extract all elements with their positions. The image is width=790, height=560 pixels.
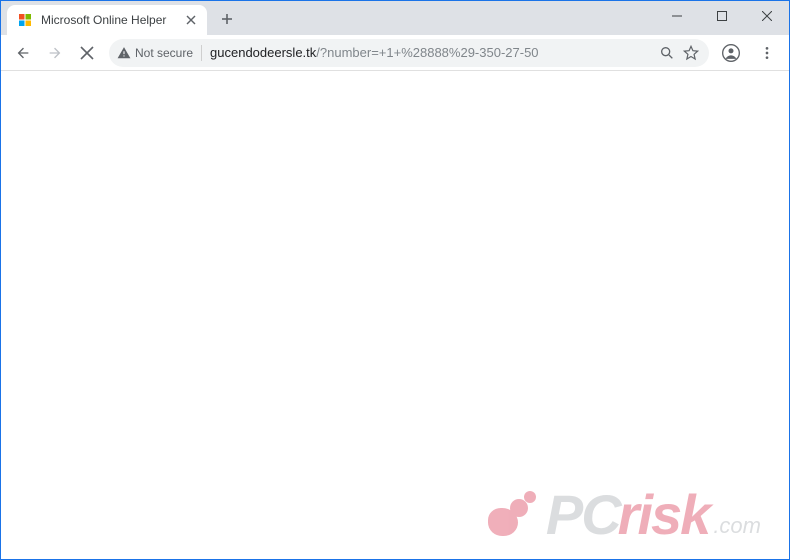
kebab-icon <box>759 45 775 61</box>
profile-button[interactable] <box>717 39 745 67</box>
watermark-text-pc: PC <box>546 487 620 543</box>
magnify-icon <box>659 45 675 61</box>
tab-close-button[interactable] <box>183 12 199 28</box>
watermark-text-risk: risk <box>618 487 710 543</box>
close-icon <box>186 15 196 25</box>
back-button[interactable] <box>9 39 37 67</box>
browser-tab[interactable]: Microsoft Online Helper <box>7 5 207 35</box>
page-content: PC risk .com <box>1 71 789 559</box>
menu-button[interactable] <box>753 39 781 67</box>
address-bar[interactable]: Not secure gucendodeersle.tk/?number=+1+… <box>109 39 709 67</box>
star-icon <box>683 45 699 61</box>
url-host: gucendodeersle.tk <box>210 45 316 60</box>
minimize-button[interactable] <box>654 1 699 31</box>
plus-icon <box>221 13 233 25</box>
close-icon <box>762 11 772 21</box>
toolbar-trailing <box>717 39 781 67</box>
maximize-button[interactable] <box>699 1 744 31</box>
toolbar: Not secure gucendodeersle.tk/?number=+1+… <box>1 35 789 71</box>
forward-button[interactable] <box>41 39 69 67</box>
watermark-logo-icon <box>480 483 544 547</box>
tab-title: Microsoft Online Helper <box>41 13 175 27</box>
security-label: Not secure <box>135 46 193 60</box>
url-path: /?number=+1+%28888%29-350-27-50 <box>316 45 538 60</box>
arrow-right-icon <box>47 45 63 61</box>
new-tab-button[interactable] <box>213 5 241 33</box>
window-controls <box>654 1 789 31</box>
close-window-button[interactable] <box>744 1 789 31</box>
minimize-icon <box>672 11 682 21</box>
url-text: gucendodeersle.tk/?number=+1+%28888%29-3… <box>210 45 651 60</box>
arrow-left-icon <box>15 45 31 61</box>
warning-icon <box>117 46 131 60</box>
stop-icon <box>80 46 94 60</box>
titlebar: Microsoft Online Helper <box>1 1 789 35</box>
stop-reload-button[interactable] <box>73 39 101 67</box>
watermark-text-com: .com <box>713 513 761 539</box>
favicon-icon <box>17 12 33 28</box>
bookmark-button[interactable] <box>683 45 699 61</box>
profile-icon <box>721 43 741 63</box>
watermark: PC risk .com <box>480 483 761 547</box>
maximize-icon <box>717 11 727 21</box>
divider <box>201 45 202 61</box>
zoom-button[interactable] <box>659 45 675 61</box>
security-indicator[interactable]: Not secure <box>117 46 193 60</box>
